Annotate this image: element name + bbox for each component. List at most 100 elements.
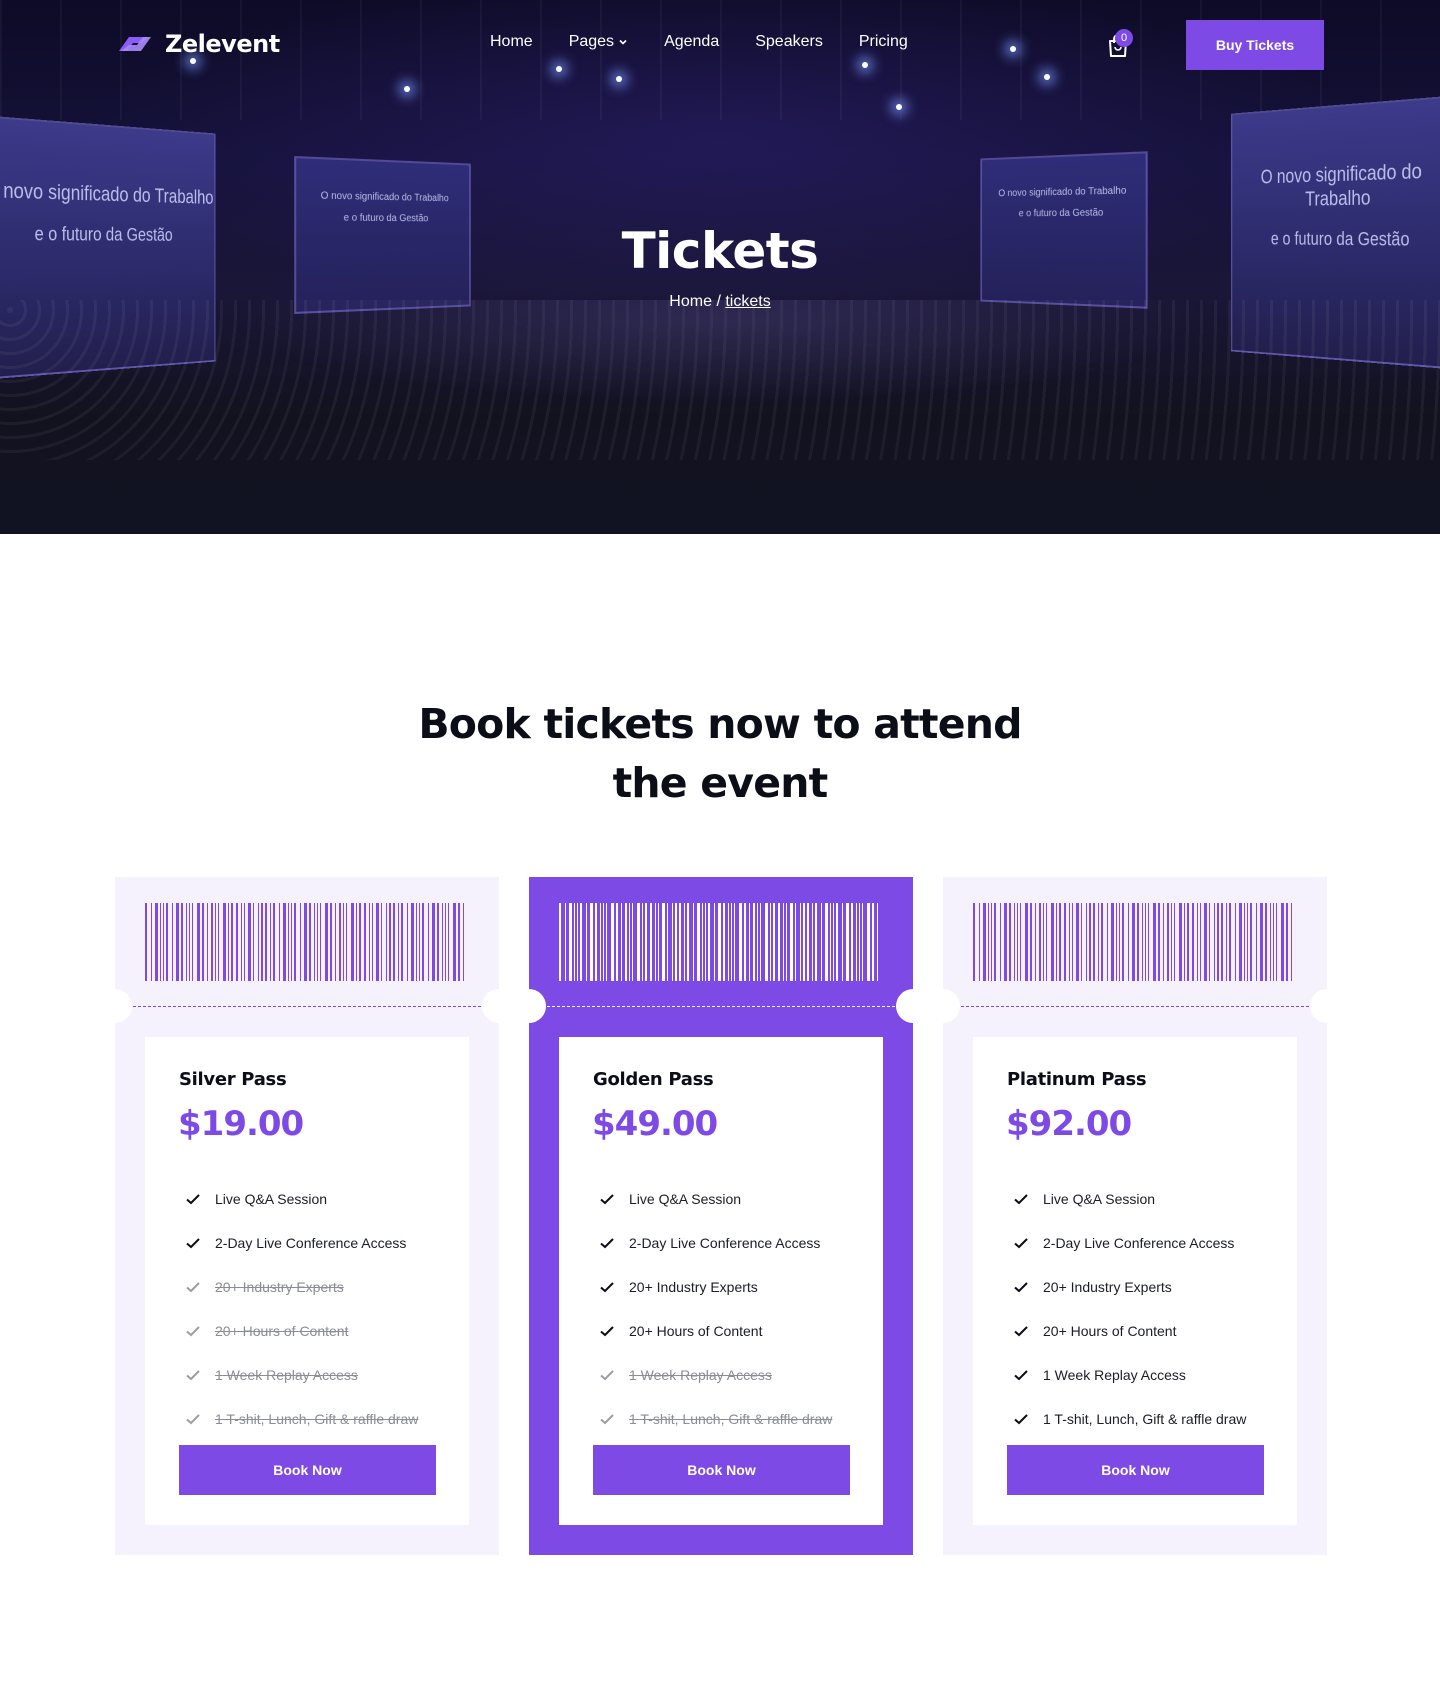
nav-agenda[interactable]: Agenda — [664, 33, 719, 51]
feature-item: 20+ Industry Experts — [185, 1265, 465, 1309]
main-nav: Home Pages Agenda Speakers Pricing — [490, 33, 944, 51]
check-icon — [186, 1282, 200, 1293]
stage-light — [1010, 46, 1016, 52]
feature-label: 2-Day Live Conference Access — [1043, 1235, 1235, 1251]
pass-price: $19.00 — [178, 1104, 304, 1144]
feature-item: 20+ Hours of Content — [185, 1309, 465, 1353]
screen-text: O novo significado do Trabalho — [998, 185, 1127, 200]
feature-list: Live Q&A Session 2-Day Live Conference Ac… — [185, 1177, 465, 1441]
feature-label: 2-Day Live Conference Access — [629, 1235, 821, 1251]
feature-item: Live Q&A Session — [1013, 1177, 1293, 1221]
nav-pages-label: Pages — [568, 33, 615, 50]
section-title: Book tickets now to attend the event — [0, 695, 1440, 813]
barcode-icon — [145, 903, 464, 981]
book-now-button[interactable]: Book Now — [1007, 1445, 1264, 1495]
nav-pages[interactable]: Pages — [569, 33, 628, 51]
breadcrumb-home[interactable]: Home — [669, 293, 712, 310]
screen-text: O novo significado do Trabalho — [0, 177, 214, 209]
stage-light — [404, 86, 410, 92]
feature-item: 1 T-shit, Lunch, Gift & raffle draw — [185, 1397, 465, 1441]
feature-label: 20+ Hours of Content — [215, 1323, 349, 1339]
feature-item: 2-Day Live Conference Access — [1013, 1221, 1293, 1265]
barcode-icon — [559, 903, 878, 981]
nav-speakers[interactable]: Speakers — [755, 33, 823, 51]
screen-text: O novo significado do Trabalho — [1260, 158, 1422, 211]
breadcrumb: Home / tickets — [0, 293, 1440, 311]
perforation-line — [133, 1006, 481, 1007]
nav-home[interactable]: Home — [490, 33, 533, 51]
feature-label: 1 Week Replay Access — [629, 1367, 772, 1383]
section-title-line1: Book tickets now to attend — [418, 700, 1022, 748]
pass-price: $49.00 — [592, 1104, 718, 1144]
stage-light — [896, 104, 902, 110]
ticket-card: Silver Pass $19.00 Live Q&A Session 2-Day L… — [98, 877, 516, 1555]
ticket-notch — [482, 989, 516, 1023]
feature-label: 20+ Industry Experts — [1043, 1279, 1172, 1295]
feature-item: 1 Week Replay Access — [185, 1353, 465, 1397]
perforation-line — [961, 1006, 1309, 1007]
crowd-area — [0, 300, 1440, 460]
ticket-notch — [896, 989, 930, 1023]
check-icon — [186, 1194, 200, 1205]
check-icon — [600, 1414, 614, 1425]
check-icon — [186, 1370, 200, 1381]
feature-item: 1 Week Replay Access — [1013, 1353, 1293, 1397]
feature-label: Live Q&A Session — [215, 1191, 328, 1207]
feature-item: 20+ Hours of Content — [599, 1309, 879, 1353]
check-icon — [1014, 1282, 1028, 1293]
ticket-notch — [926, 989, 960, 1023]
logo-link[interactable]: Zelevent — [115, 30, 280, 58]
feature-list: Live Q&A Session 2-Day Live Conference Ac… — [1013, 1177, 1293, 1441]
breadcrumb-current: tickets — [725, 293, 771, 310]
feature-label: 20+ Industry Experts — [215, 1279, 344, 1295]
pass-price: $92.00 — [1006, 1104, 1132, 1144]
perforation-line — [547, 1006, 895, 1007]
barcode-icon — [973, 903, 1292, 981]
stage-light — [190, 58, 196, 64]
feature-label: 20+ Industry Experts — [629, 1279, 758, 1295]
ticket-notch — [98, 989, 132, 1023]
page-title: Tickets — [621, 222, 819, 280]
ticket-notch — [512, 989, 546, 1023]
check-icon — [1014, 1414, 1028, 1425]
screen-text: O novo significado do Trabalho — [320, 190, 449, 205]
check-icon — [600, 1282, 614, 1293]
book-now-button[interactable]: Book Now — [179, 1445, 436, 1495]
feature-item: 1 Week Replay Access — [599, 1353, 879, 1397]
feature-item: Live Q&A Session — [599, 1177, 879, 1221]
book-now-button[interactable]: Book Now — [593, 1445, 850, 1495]
feature-label: 2-Day Live Conference Access — [215, 1235, 407, 1251]
check-icon — [186, 1326, 200, 1337]
ticket-body: Platinum Pass $92.00 Live Q&A Session 2-Day… — [973, 1037, 1297, 1525]
feature-label: Live Q&A Session — [629, 1191, 742, 1207]
pass-name: Silver Pass — [179, 1069, 287, 1090]
stage-light — [1044, 74, 1050, 80]
ticket-card: Golden Pass $49.00 Live Q&A Session 2-Day L… — [512, 877, 930, 1555]
feature-label: Live Q&A Session — [1043, 1191, 1156, 1207]
chevron-down-icon — [619, 39, 627, 45]
stage-light — [556, 66, 562, 72]
check-icon — [1014, 1194, 1028, 1205]
ticket-notch — [1310, 989, 1344, 1023]
feature-label: 1 Week Replay Access — [1043, 1367, 1186, 1383]
feature-item: 1 T-shit, Lunch, Gift & raffle draw — [599, 1397, 879, 1441]
check-icon — [1014, 1238, 1028, 1249]
cart-count-badge: 0 — [1115, 29, 1133, 47]
check-icon — [600, 1194, 614, 1205]
stage-light — [862, 62, 868, 68]
feature-item: Live Q&A Session — [185, 1177, 465, 1221]
stage-light — [616, 76, 622, 82]
feature-label: 20+ Hours of Content — [1043, 1323, 1177, 1339]
zelevent-logo-icon — [119, 37, 151, 51]
ticket-body: Golden Pass $49.00 Live Q&A Session 2-Day L… — [559, 1037, 883, 1525]
section-title-line2: the event — [612, 759, 829, 807]
pass-name: Platinum Pass — [1007, 1069, 1147, 1090]
hero-banner: O novo significado do Trabalho e o futur… — [0, 0, 1440, 534]
nav-pricing[interactable]: Pricing — [859, 33, 908, 51]
ticket-body: Silver Pass $19.00 Live Q&A Session 2-Day L… — [145, 1037, 469, 1525]
feature-label: 1 T-shit, Lunch, Gift & raffle draw — [629, 1411, 833, 1427]
feature-item: 20+ Hours of Content — [1013, 1309, 1293, 1353]
buy-tickets-button[interactable]: Buy Tickets — [1186, 20, 1324, 70]
feature-item: 20+ Industry Experts — [599, 1265, 879, 1309]
check-icon — [600, 1370, 614, 1381]
